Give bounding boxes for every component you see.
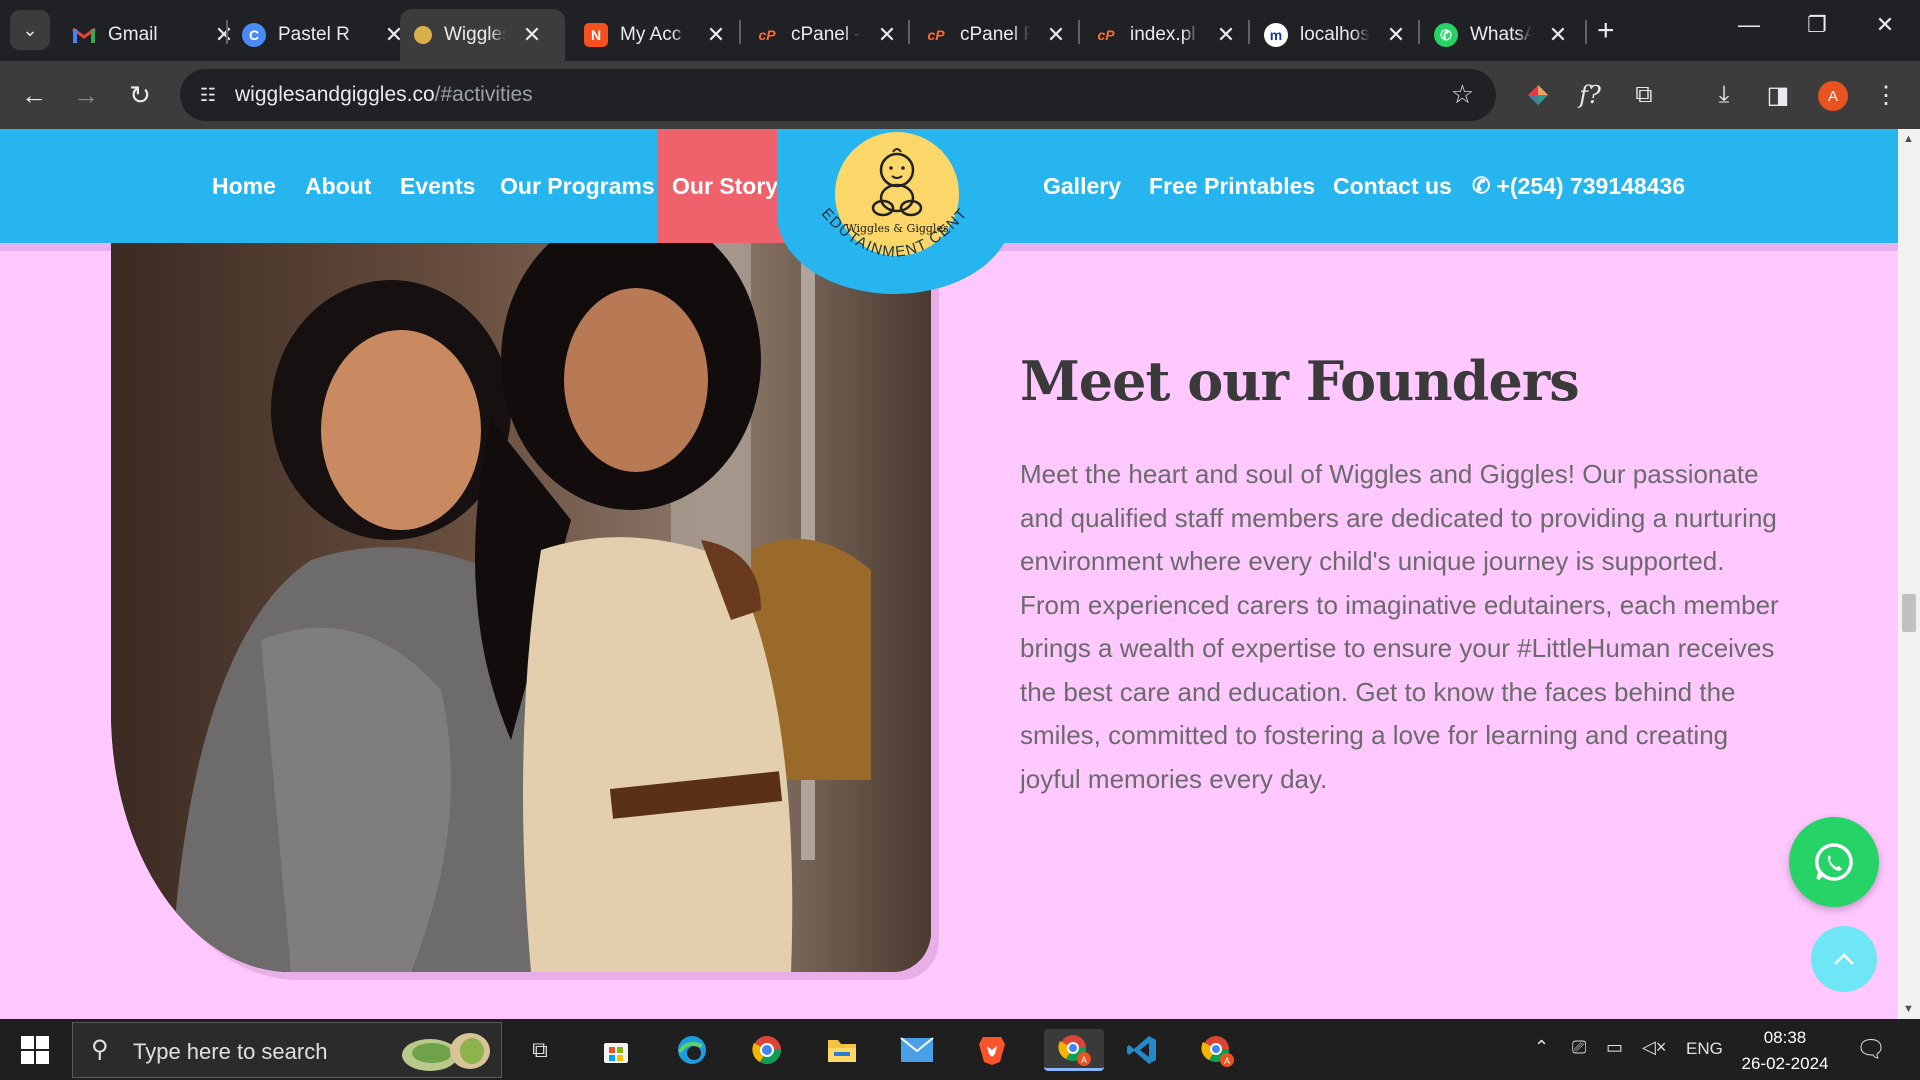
task-view-icon[interactable]: ⧉ (518, 1029, 562, 1071)
founders-photo (111, 220, 931, 972)
close-icon[interactable]: ✕ (1384, 22, 1408, 48)
browser-tab-bar: ⌄ Gmail ✕ C Pastel R ✕ Wiggles ✕ N My Ac… (0, 0, 1920, 61)
windows-start-icon[interactable] (20, 1035, 50, 1065)
tab-cpanel-2[interactable]: cP cPanel F ✕ (910, 9, 1082, 61)
close-icon[interactable]: ✕ (1044, 22, 1068, 48)
forward-icon[interactable]: → (66, 75, 106, 115)
tab-index[interactable]: cP index.pl ✕ (1080, 9, 1252, 61)
color-extension-icon[interactable] (1520, 77, 1556, 113)
gmail-icon (72, 23, 96, 47)
tab-cpanel-1[interactable]: cP cPanel - ✕ (741, 9, 913, 61)
whatsapp-chat-button[interactable] (1789, 817, 1879, 907)
phone-icon: ✆ (1472, 173, 1491, 198)
download-icon[interactable]: ⤓ (1706, 77, 1742, 113)
vscode-icon[interactable] (1120, 1029, 1164, 1071)
battery-icon[interactable]: ▭ (1606, 1037, 1623, 1058)
founders-heading: Meet our Founders (1020, 349, 1580, 413)
scrollbar-thumb[interactable] (1902, 594, 1916, 632)
myaccount-icon: N (584, 23, 608, 47)
file-explorer-icon[interactable] (820, 1029, 864, 1071)
nav-phone[interactable]: ✆ +(254) 739148436 (1472, 129, 1685, 243)
cpanel-icon: cP (1097, 27, 1115, 43)
tab-pastel[interactable]: C Pastel R ✕ (228, 9, 420, 61)
nav-gallery[interactable]: Gallery (1043, 129, 1121, 243)
volume-muted-icon[interactable]: ◁× (1642, 1037, 1666, 1058)
close-icon[interactable]: ✕ (1546, 22, 1570, 48)
url-text[interactable]: wigglesandgiggles.co/#activities (235, 83, 533, 107)
wiggles-icon (414, 26, 432, 44)
nav-free-printables[interactable]: Free Printables (1149, 129, 1315, 243)
pastel-icon: C (242, 23, 266, 47)
mail-icon[interactable] (895, 1029, 939, 1071)
tab-myaccount[interactable]: N My Acc ✕ (570, 9, 742, 61)
tab-whatsapp[interactable]: ✆ WhatsA ✕ (1420, 9, 1584, 61)
nav-about[interactable]: About (305, 129, 371, 243)
window-close-icon[interactable]: ✕ (1865, 12, 1905, 38)
extensions-icon[interactable]: ⧉ (1626, 77, 1662, 113)
chevron-up-icon (1834, 953, 1854, 965)
side-panel-icon[interactable]: ◨ (1760, 77, 1796, 113)
svg-text:A: A (1224, 1056, 1230, 1066)
tab-gmail[interactable]: Gmail ✕ (58, 9, 250, 61)
scroll-to-top-button[interactable] (1811, 926, 1877, 992)
tab-search-button[interactable]: ⌄ (10, 10, 50, 50)
new-tab-button[interactable]: + (1597, 14, 1615, 48)
nav-contact-us[interactable]: Contact us (1333, 129, 1452, 243)
svg-text:EDUTAINMENT CENTRE: EDUTAINMENT CENTRE (777, 129, 971, 261)
nav-home[interactable]: Home (212, 129, 276, 243)
font-extension-icon[interactable]: f? (1572, 77, 1608, 113)
chrome-profile-active-icon[interactable]: A (1044, 1029, 1104, 1071)
profile-avatar[interactable]: A (1818, 81, 1848, 111)
menu-icon[interactable]: ⋮ (1868, 77, 1904, 113)
address-bar[interactable]: ☷ wigglesandgiggles.co/#activities ☆ (180, 69, 1496, 121)
site-logo[interactable]: Wiggles & Giggles EDUTAINMENT CENTRE (777, 129, 1012, 294)
close-icon[interactable]: ✕ (1214, 22, 1238, 48)
close-icon[interactable]: ✕ (704, 22, 728, 48)
minimize-icon[interactable]: — (1729, 12, 1769, 38)
site-info-icon[interactable]: ☷ (194, 81, 222, 109)
tab-wiggles[interactable]: Wiggles ✕ (400, 9, 565, 61)
chrome-icon[interactable] (745, 1029, 789, 1071)
meet-now-icon[interactable]: ⎚ (1572, 1037, 1586, 1058)
reload-icon[interactable]: ↻ (120, 75, 160, 115)
search-icon: ⚲ (91, 1036, 109, 1063)
back-icon[interactable]: ← (14, 75, 54, 115)
browser-toolbar: ← → ↻ ☷ wigglesandgiggles.co/#activities… (0, 61, 1920, 129)
svg-text:A: A (1081, 1055, 1087, 1065)
web-page: Home About Events Our Programs Our Story… (0, 129, 1898, 1019)
whatsapp-icon (1815, 843, 1853, 881)
bookmark-star-icon[interactable]: ☆ (1451, 79, 1474, 110)
founders-description: Meet the heart and soul of Wiggles and G… (1020, 459, 1779, 794)
microsoft-store-icon[interactable] (594, 1029, 638, 1071)
edge-icon[interactable] (670, 1029, 714, 1071)
localhost-icon: m (1264, 23, 1288, 47)
cpanel-icon: cP (758, 27, 776, 43)
scroll-up-arrow-icon[interactable]: ▲ (1903, 133, 1914, 145)
brave-icon[interactable] (970, 1029, 1014, 1071)
page-scrollbar[interactable]: ▲ ▼ (1898, 129, 1920, 1019)
system-clock[interactable]: 08:38 26-02-2024 (1740, 1025, 1830, 1077)
taskbar-search[interactable]: ⚲ Type here to search (72, 1022, 502, 1078)
tray-overflow-icon[interactable]: ⌃ (1534, 1037, 1549, 1058)
language-indicator[interactable]: ENG (1686, 1039, 1723, 1059)
scroll-down-arrow-icon[interactable]: ▼ (1903, 1003, 1914, 1015)
chrome-profile-icon[interactable]: A (1195, 1029, 1239, 1071)
cpanel-icon: cP (927, 27, 945, 43)
close-icon[interactable]: ✕ (875, 22, 899, 48)
close-icon[interactable]: ✕ (520, 22, 544, 48)
windows-taskbar: ⚲ Type here to search ⧉ A A ⌃ ⎚ ▭ ◁× ENG (0, 1019, 1920, 1080)
tab-localhost[interactable]: m localhos ✕ (1250, 9, 1422, 61)
nav-events[interactable]: Events (400, 129, 475, 243)
notification-center-icon[interactable]: 🗨 (1856, 1035, 1886, 1064)
whatsapp-icon: ✆ (1434, 23, 1458, 47)
restore-icon[interactable]: ❐ (1797, 12, 1837, 38)
nav-our-programs[interactable]: Our Programs (500, 129, 655, 243)
logo-subtitle: EDUTAINMENT CENTRE (777, 129, 971, 261)
pistachio-search-highlight-icon (402, 1033, 490, 1071)
nav-our-story[interactable]: Our Story (657, 129, 794, 243)
